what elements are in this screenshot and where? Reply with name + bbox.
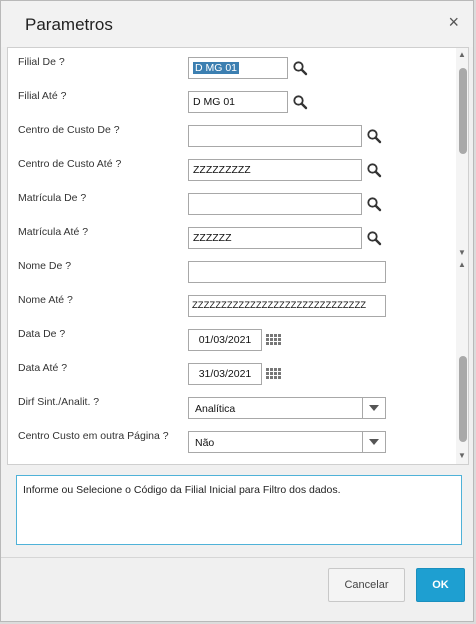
scrollbar-thumb-bottom[interactable] xyxy=(459,356,467,442)
chevron-down-icon[interactable] xyxy=(362,432,385,452)
select-value: Analítica xyxy=(195,403,236,415)
param-row-filial-ate: Filial Até ? D MG 01 xyxy=(8,82,454,116)
field-value: 01/03/2021 xyxy=(198,334,252,346)
centro-custo-pagina-select[interactable]: Não xyxy=(188,431,386,453)
scroll-down-icon[interactable]: ▼ xyxy=(458,248,466,257)
field-label: Data Até ? xyxy=(18,362,68,374)
field-value: D MG 01 xyxy=(193,62,240,74)
field-label: Centro de Custo De ? xyxy=(18,124,120,136)
param-row-centro-custo-pagina: Centro Custo em outra Página ? Não xyxy=(8,422,454,456)
param-row-matricula-ate: Matrícula Até ? ZZZZZZ xyxy=(8,218,454,252)
search-icon[interactable] xyxy=(366,162,382,178)
param-row-dirf: Dirf Sint./Analit. ? Analítica xyxy=(8,388,454,422)
centro-custo-de-input[interactable] xyxy=(188,125,362,147)
field-value: D MG 01 xyxy=(193,96,236,108)
field-value: ZZZZZZZZZ xyxy=(193,164,251,176)
footer-divider xyxy=(1,557,473,558)
ok-button[interactable]: OK xyxy=(416,568,465,602)
field-label: Data De ? xyxy=(18,328,66,340)
dialog-title: Parametros xyxy=(25,15,113,34)
cancel-button[interactable]: Cancelar xyxy=(328,568,405,602)
filial-ate-input[interactable]: D MG 01 xyxy=(188,91,288,113)
param-row-centro-custo-de: Centro de Custo De ? xyxy=(8,116,454,150)
scrollbar-thumb-top[interactable] xyxy=(459,68,467,154)
field-label: Filial De ? xyxy=(18,56,65,68)
scroll-down-icon[interactable]: ▼ xyxy=(458,451,466,460)
param-row-centro-custo-ate: Centro de Custo Até ? ZZZZZZZZZ xyxy=(8,150,454,184)
field-label: Dirf Sint./Analit. ? xyxy=(18,396,100,408)
data-de-input[interactable]: 01/03/2021 xyxy=(188,329,262,351)
field-label: Filial Até ? xyxy=(18,90,67,102)
param-row-data-de: Data De ? 01/03/2021 xyxy=(8,320,454,354)
search-icon[interactable] xyxy=(366,230,382,246)
field-value: ZZZZZZ xyxy=(193,232,232,244)
chevron-down-icon[interactable] xyxy=(362,398,385,418)
param-row-matricula-de: Matrícula De ? xyxy=(8,184,454,218)
nome-de-input[interactable] xyxy=(188,261,386,283)
field-label: Nome De ? xyxy=(18,260,72,272)
matricula-ate-input[interactable]: ZZZZZZ xyxy=(188,227,362,249)
search-icon[interactable] xyxy=(366,196,382,212)
parameters-dialog: Parametros × Filial De ? D MG 01 Filial … xyxy=(0,0,474,622)
close-icon[interactable]: × xyxy=(448,13,459,31)
help-text-box: Informe ou Selecione o Código da Filial … xyxy=(16,475,462,545)
form-scrollbar[interactable]: ▲ ▼ ▲ ▼ xyxy=(456,48,468,464)
param-row-nome-ate: Nome Até ? ZZZZZZZZZZZZZZZZZZZZZZZZZZZZZ… xyxy=(8,286,454,320)
calendar-icon[interactable] xyxy=(266,334,282,348)
field-value: ZZZZZZZZZZZZZZZZZZZZZZZZZZZZZZ xyxy=(192,300,367,311)
calendar-icon[interactable] xyxy=(266,368,282,382)
param-row-data-ate: Data Até ? 31/03/2021 xyxy=(8,354,454,388)
filial-de-input[interactable]: D MG 01 xyxy=(188,57,288,79)
scroll-up-icon[interactable]: ▲ xyxy=(458,260,466,269)
search-icon[interactable] xyxy=(292,94,308,110)
field-label: Centro Custo em outra Página ? xyxy=(18,430,169,442)
field-label: Centro de Custo Até ? xyxy=(18,158,122,170)
dialog-titlebar: Parametros × xyxy=(1,1,473,47)
dirf-select[interactable]: Analítica xyxy=(188,397,386,419)
field-label: Nome Até ? xyxy=(18,294,73,306)
param-row-filial-de: Filial De ? D MG 01 xyxy=(8,48,454,82)
field-label: Matrícula Até ? xyxy=(18,226,89,238)
matricula-de-input[interactable] xyxy=(188,193,362,215)
search-icon[interactable] xyxy=(292,60,308,76)
data-ate-input[interactable]: 31/03/2021 xyxy=(188,363,262,385)
parameters-form: Filial De ? D MG 01 Filial Até ? D MG 01… xyxy=(7,47,469,465)
field-value: 31/03/2021 xyxy=(198,368,252,380)
scroll-up-icon[interactable]: ▲ xyxy=(458,50,466,59)
search-icon[interactable] xyxy=(366,128,382,144)
nome-ate-input[interactable]: ZZZZZZZZZZZZZZZZZZZZZZZZZZZZZZ xyxy=(188,295,386,317)
select-value: Não xyxy=(195,437,215,449)
param-row-nome-de: Nome De ? xyxy=(8,252,454,286)
field-label: Matrícula De ? xyxy=(18,192,87,204)
centro-custo-ate-input[interactable]: ZZZZZZZZZ xyxy=(188,159,362,181)
